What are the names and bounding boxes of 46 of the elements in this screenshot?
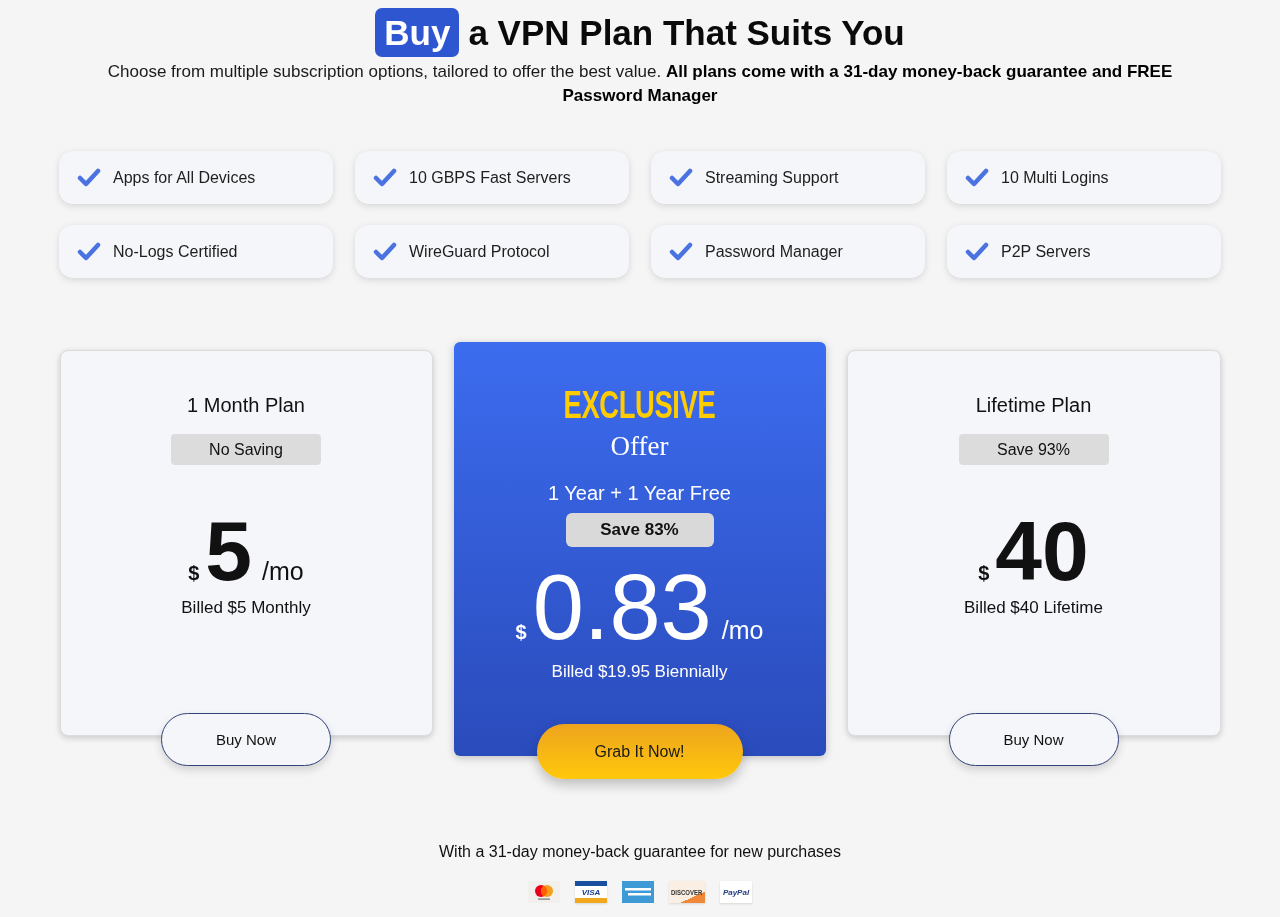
billing-note: Billed $19.95 Biennially (551, 661, 728, 683)
feature-label: Streaming Support (705, 168, 839, 187)
savings-badge: Save 83% (565, 513, 714, 547)
billing-note: Billed $5 Monthly (181, 597, 311, 619)
feature-label: Apps for All Devices (113, 168, 256, 187)
price-amount: 5 (205, 509, 253, 593)
plan-title: 1 Year + 1 Year Free (548, 481, 731, 505)
check-icon (965, 168, 989, 187)
check-icon (373, 242, 397, 261)
page-title: a VPN Plan That Suits You (468, 12, 905, 54)
billing-note: Billed $40 Lifetime (964, 597, 1103, 619)
savings-badge: Save 93% (958, 434, 1109, 465)
feature-label: No-Logs Certified (113, 242, 238, 261)
guarantee-note: With a 31-day money-back guarantee for new purchases (439, 842, 841, 862)
check-icon (77, 168, 101, 187)
price-amount: 40 (995, 509, 1089, 593)
plan-title: 1 Month Plan (187, 393, 305, 417)
payment-logo: VISA (575, 881, 607, 903)
currency-symbol: $ (515, 621, 527, 644)
check-icon (669, 242, 693, 261)
plan-title: Lifetime Plan (975, 393, 1092, 417)
price-amount: 0.83 (532, 561, 712, 653)
check-icon (77, 242, 101, 261)
offer-subtitle: Offer (610, 430, 669, 462)
feature-label: Password Manager (705, 242, 843, 261)
currency-symbol: $ (978, 562, 990, 585)
check-icon (965, 242, 989, 261)
highlighted-title-word: Buy (375, 8, 460, 57)
buy-button[interactable]: Buy Now (948, 713, 1119, 766)
circles-logo-icon (528, 881, 560, 903)
feature-label: 10 Multi Logins (1001, 168, 1109, 187)
currency-symbol: $ (188, 562, 200, 585)
check-icon (669, 168, 693, 187)
card-logo-icon (622, 881, 654, 903)
offer-label: EXCLUSIVE (563, 386, 716, 424)
page-subtitle: Choose from multiple subscription options, tailored to offer the best value. All plans come with a 31-day money-back guarantee and FREE Password Manager (106, 61, 1174, 107)
price-period: /mo (721, 616, 764, 645)
buy-button[interactable]: Buy Now (161, 713, 331, 766)
grab-offer-button[interactable]: Grab It Now! (536, 724, 743, 779)
price-period: /mo (262, 557, 304, 586)
check-icon (373, 168, 397, 187)
feature-label: P2P Servers (1001, 242, 1091, 261)
feature-label: 10 GBPS Fast Servers (409, 168, 571, 187)
savings-badge: No Saving (171, 434, 321, 465)
feature-label: WireGuard Protocol (409, 242, 550, 261)
payment-logo: PayPal (720, 881, 752, 903)
